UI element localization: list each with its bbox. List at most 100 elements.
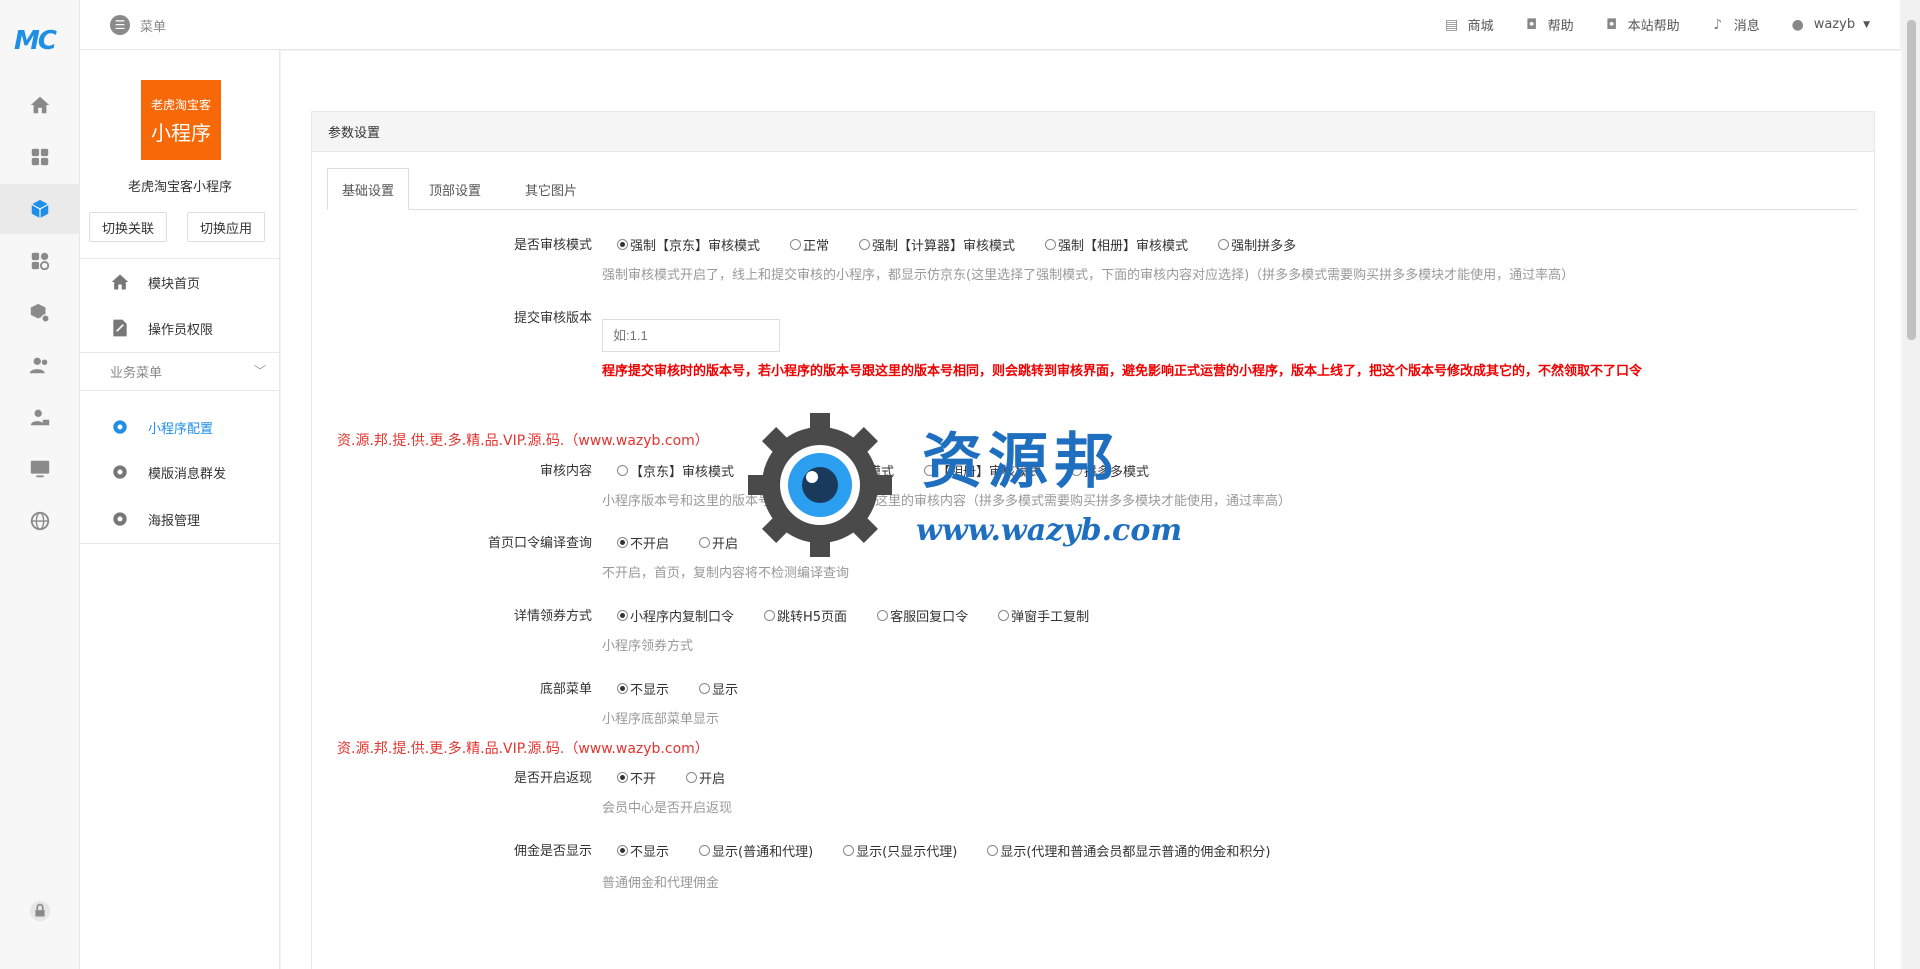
radio-icon bbox=[998, 610, 1010, 621]
page-scrollbar[interactable] bbox=[1903, 0, 1920, 969]
monitor-icon bbox=[30, 460, 50, 478]
brand-logo[interactable]: MC bbox=[14, 26, 66, 56]
cashback-option[interactable]: 不开 bbox=[617, 768, 656, 787]
radio-icon bbox=[764, 465, 776, 476]
rail-apps[interactable] bbox=[0, 132, 80, 182]
cashback-options: 不开 开启 bbox=[617, 768, 755, 787]
list-icon: ☰ bbox=[110, 15, 130, 35]
rail-globe[interactable] bbox=[0, 496, 80, 546]
menu-toggle[interactable]: ☰ 菜单 bbox=[110, 15, 166, 35]
commission-option[interactable]: 显示(只显示代理) bbox=[843, 841, 957, 860]
bottom-menu-help: 小程序底部菜单显示 bbox=[602, 712, 720, 727]
bottom-menu-label: 底部菜单 bbox=[539, 682, 592, 697]
coupon-method-option[interactable]: 弹窗手工复制 bbox=[998, 606, 1089, 625]
review-mode-option[interactable]: 正常 bbox=[790, 235, 829, 254]
review-content-help: 小程序版本号和这里的版本号相同时，就会显示这里的审核内容（拼多多模式需要购买拼多… bbox=[602, 494, 1292, 509]
coupon-method-help: 小程序领券方式 bbox=[602, 639, 694, 654]
option-label: 不开 bbox=[630, 772, 657, 787]
switch-app-button[interactable]: 切换应用 bbox=[187, 212, 266, 242]
tab-basic-settings[interactable]: 基础设置 bbox=[327, 168, 410, 210]
coupon-method-option[interactable]: 客服回复口令 bbox=[877, 606, 968, 625]
top-nav-store[interactable]: ▤ 商城 bbox=[1444, 15, 1494, 35]
user-menu[interactable]: ● wazyb ▼ bbox=[1790, 15, 1870, 34]
commission-option[interactable]: 不显示 bbox=[617, 841, 669, 860]
commission-option[interactable]: 显示(普通和代理) bbox=[699, 841, 813, 860]
nav-template-messages[interactable]: 模版消息群发 bbox=[80, 450, 280, 494]
rail-user-admin[interactable] bbox=[0, 392, 80, 442]
home-icon bbox=[110, 272, 130, 292]
switch-link-button[interactable]: 切换关联 bbox=[89, 212, 168, 242]
site-help-icon: ◘ bbox=[1606, 16, 1618, 33]
home-command-options: 不开启 开启 bbox=[617, 533, 768, 552]
tab-other-images[interactable]: 其它图片 bbox=[511, 168, 591, 210]
commission-options: 不显示 显示(普通和代理) 显示(只显示代理) 显示(代理和普通会员都显示普通的… bbox=[617, 841, 1300, 860]
home-command-option[interactable]: 不开启 bbox=[617, 533, 669, 552]
top-nav-label: 本站帮助 bbox=[1627, 19, 1680, 34]
radio-icon bbox=[764, 610, 776, 621]
option-label: 不显示 bbox=[630, 845, 670, 860]
scrollbar-thumb[interactable] bbox=[1907, 20, 1916, 340]
rail-package[interactable] bbox=[0, 288, 80, 338]
divider bbox=[80, 543, 280, 544]
radio-icon bbox=[1045, 239, 1057, 250]
nav-miniprogram-config[interactable]: 小程序配置 bbox=[80, 405, 280, 449]
rail-modules[interactable] bbox=[0, 184, 80, 234]
top-nav-messages[interactable]: ♪ 消息 bbox=[1710, 15, 1759, 35]
home-command-option[interactable]: 开启 bbox=[699, 533, 738, 552]
rail-home[interactable] bbox=[0, 80, 80, 130]
review-content-option[interactable]: 【计算器】审核模式 bbox=[764, 461, 894, 480]
business-menu-group[interactable]: 业务菜单 ﹀ bbox=[80, 356, 280, 386]
nav-operator-permissions[interactable]: 操作员权限 bbox=[80, 306, 280, 350]
option-label: 不开启 bbox=[630, 537, 670, 552]
radio-icon bbox=[859, 239, 871, 250]
review-content-options: 【京东】审核模式 【计算器】审核模式 【相册】审核模式 拼多多模式 bbox=[617, 461, 1179, 480]
top-nav-help[interactable]: ◘ 帮助 bbox=[1524, 15, 1574, 35]
rail-plugins[interactable] bbox=[0, 236, 80, 286]
apps-icon bbox=[31, 148, 49, 166]
rail-monitor[interactable] bbox=[0, 444, 80, 494]
option-label: 跳转H5页面 bbox=[777, 610, 848, 625]
nav-label: 小程序配置 bbox=[148, 421, 214, 437]
plugins-icon bbox=[31, 252, 50, 271]
app-name: 老虎淘宝客小程序 bbox=[127, 180, 232, 195]
review-mode-option[interactable]: 强制【相册】审核模式 bbox=[1045, 235, 1188, 254]
rail-users[interactable] bbox=[0, 340, 80, 390]
nav-module-home[interactable]: 模块首页 bbox=[80, 260, 280, 304]
app-logo-line1: 老虎淘宝客 bbox=[150, 98, 211, 112]
option-label: 客服回复口令 bbox=[890, 610, 969, 625]
username: wazyb bbox=[1813, 17, 1856, 32]
review-version-input[interactable] bbox=[602, 319, 780, 352]
panel-title: 参数设置 bbox=[312, 112, 1874, 152]
globe-icon bbox=[30, 511, 50, 531]
lock-icon bbox=[29, 900, 51, 922]
option-label: 弹窗手工复制 bbox=[1011, 610, 1090, 625]
top-nav-site-help[interactable]: ◘ 本站帮助 bbox=[1604, 15, 1680, 35]
cube-icon bbox=[31, 199, 49, 219]
radio-icon bbox=[924, 465, 936, 476]
review-mode-option[interactable]: 强制【京东】审核模式 bbox=[617, 235, 760, 254]
option-label: 强制【计算器】审核模式 bbox=[872, 239, 1016, 254]
bottom-menu-option[interactable]: 显示 bbox=[699, 679, 738, 698]
coupon-method-option[interactable]: 跳转H5页面 bbox=[764, 606, 847, 625]
divider bbox=[80, 258, 280, 259]
review-mode-option[interactable]: 强制拼多多 bbox=[1218, 235, 1296, 254]
radio-icon bbox=[686, 772, 698, 783]
review-content-option[interactable]: 【相册】审核模式 bbox=[924, 461, 1041, 480]
review-mode-option[interactable]: 强制【计算器】审核模式 bbox=[859, 235, 1015, 254]
tab-top-settings[interactable]: 顶部设置 bbox=[415, 168, 495, 210]
bottom-menu-option[interactable]: 不显示 bbox=[617, 679, 669, 698]
cashback-option[interactable]: 开启 bbox=[686, 768, 725, 787]
help-bag-icon: ◘ bbox=[1526, 16, 1538, 33]
rail-lock[interactable] bbox=[0, 886, 80, 936]
option-label: 开启 bbox=[699, 772, 726, 787]
review-content-option[interactable]: 拼多多模式 bbox=[1071, 461, 1149, 480]
option-label: 【相册】审核模式 bbox=[937, 465, 1042, 480]
nav-poster-management[interactable]: 海报管理 bbox=[80, 497, 280, 541]
radio-icon bbox=[877, 610, 889, 621]
radio-icon bbox=[699, 845, 711, 856]
coupon-method-option[interactable]: 小程序内复制口令 bbox=[617, 606, 734, 625]
commission-option[interactable]: 显示(代理和普通会员都显示普通的佣金和积分) bbox=[987, 841, 1270, 860]
review-content-option[interactable]: 【京东】审核模式 bbox=[617, 461, 734, 480]
group-label: 业务菜单 bbox=[110, 365, 163, 381]
bell-icon: ♪ bbox=[1713, 16, 1723, 33]
